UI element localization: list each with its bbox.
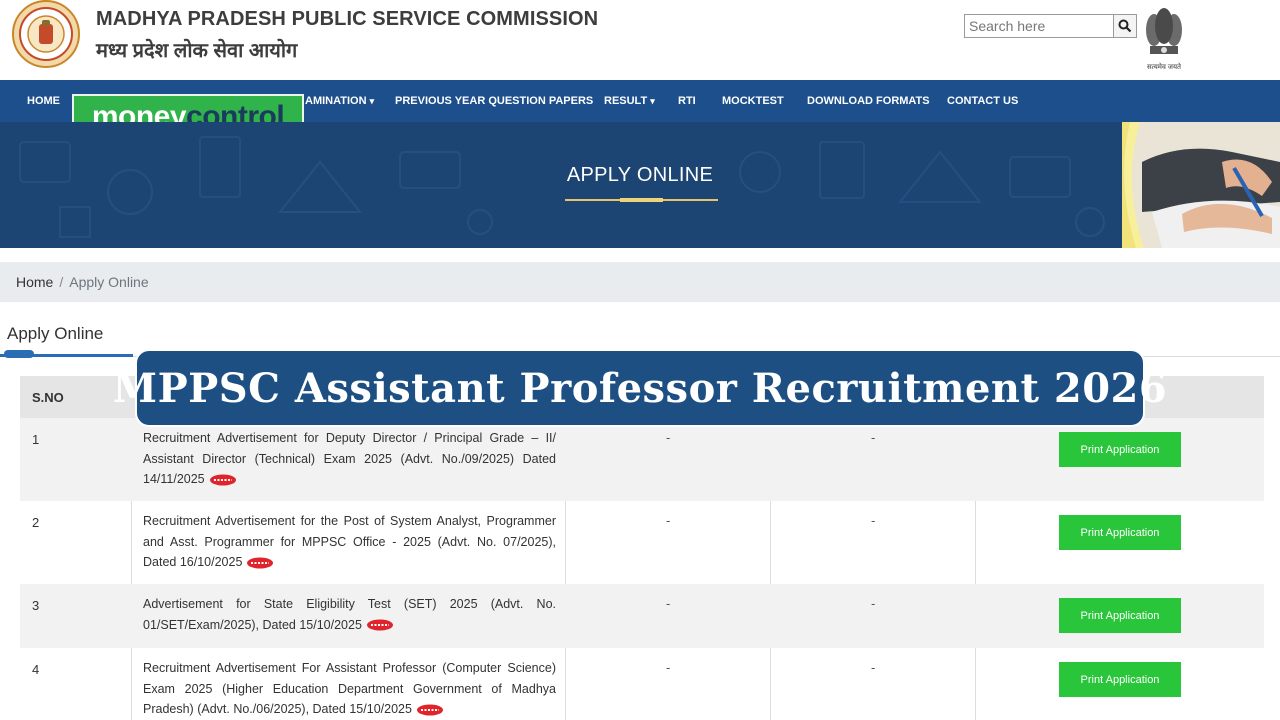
section-title: Apply Online xyxy=(7,324,104,343)
row-col4: - xyxy=(871,660,876,675)
row-col3: - xyxy=(666,596,671,611)
page: MADHYA PRADESH PUBLIC SERVICE COMMISSION… xyxy=(0,0,1280,720)
nav-item-label: CONTACT US xyxy=(947,95,1019,107)
nav-item-rti[interactable]: RTI xyxy=(678,80,696,122)
emblem-motto: सत्यमेव जयते xyxy=(1146,64,1182,71)
headline-overlay: MPPSC Assistant Professor Recruitment 20… xyxy=(113,349,1167,427)
nav-item-examination[interactable]: AMINATION ▾ xyxy=(305,80,374,122)
search-input[interactable] xyxy=(964,14,1114,38)
nav-item-label: RTI xyxy=(678,95,696,107)
row-description-text: Recruitment Advertisement for the Post o… xyxy=(143,514,556,569)
row-col4: - xyxy=(871,513,876,528)
breadcrumb: Home / Apply Online xyxy=(0,262,1280,302)
print-application-button[interactable]: Print Application xyxy=(1059,432,1181,467)
nav-item-contact-us[interactable]: CONTACT US xyxy=(947,80,1018,122)
nav-item-previous-papers[interactable]: PREVIOUS YEAR QUESTION PAPERS xyxy=(395,80,593,122)
column-divider xyxy=(770,648,771,720)
breadcrumb-separator: / xyxy=(59,274,64,290)
print-application-button[interactable]: Print Application xyxy=(1059,515,1181,550)
nav-item-home[interactable]: HOME xyxy=(27,80,60,122)
chevron-down-icon: ▾ xyxy=(650,96,655,106)
column-divider xyxy=(131,648,132,720)
column-divider xyxy=(975,501,976,584)
state-emblem-icon xyxy=(1146,8,1182,54)
nav-item-label: DOWNLOAD FORMATS xyxy=(807,95,930,107)
row-col3: - xyxy=(666,430,671,445)
column-divider xyxy=(565,648,566,720)
column-divider xyxy=(770,501,771,584)
banner-title-underline-accent xyxy=(620,198,663,202)
table-row: 4 Recruitment Advertisement For Assistan… xyxy=(20,648,1264,720)
row-sno: 4 xyxy=(32,662,40,677)
search-icon xyxy=(1118,19,1132,33)
row-description-text: Recruitment Advertisement For Assistant … xyxy=(143,661,556,716)
column-divider xyxy=(131,501,132,584)
table-row: 1 Recruitment Advertisement for Deputy D… xyxy=(20,418,1264,501)
row-description-text: Advertisement for State Eligibility Test… xyxy=(143,597,556,632)
row-sno: 3 xyxy=(32,598,40,613)
row-description: Recruitment Advertisement for the Post o… xyxy=(143,511,556,573)
new-badge-icon xyxy=(247,557,274,569)
nav-item-label: PREVIOUS YEAR QUESTION PAPERS xyxy=(395,95,594,107)
table-row: 3 Advertisement for State Eligibility Te… xyxy=(20,584,1264,648)
nav-item-download-formats[interactable]: DOWNLOAD FORMATS xyxy=(807,80,930,122)
section-title-underline-accent xyxy=(4,350,34,358)
new-badge-icon xyxy=(209,474,236,486)
row-description: Advertisement for State Eligibility Test… xyxy=(143,594,556,635)
table-row: 2 Recruitment Advertisement for the Post… xyxy=(20,501,1264,584)
nav-item-mocktest[interactable]: MOCKTEST xyxy=(722,80,784,122)
nav-item-label: MOCKTEST xyxy=(722,95,784,107)
chevron-down-icon: ▾ xyxy=(369,96,375,106)
row-description: Recruitment Advertisement for Deputy Dir… xyxy=(143,428,556,490)
nav-item-result[interactable]: RESULT ▾ xyxy=(604,80,655,122)
row-sno: 2 xyxy=(32,515,40,530)
column-divider xyxy=(975,648,976,720)
breadcrumb-current: Apply Online xyxy=(69,274,149,290)
nav-item-label: AMINATION xyxy=(305,95,367,107)
column-header-sno: S.NO xyxy=(32,390,64,405)
print-application-button[interactable]: Print Application xyxy=(1059,662,1181,697)
org-name-english: MADHYA PRADESH PUBLIC SERVICE COMMISSION xyxy=(96,8,599,30)
row-col4: - xyxy=(871,430,876,445)
new-badge-icon xyxy=(416,704,443,716)
org-name-hindi: मध्य प्रदेश लोक सेवा आयोग xyxy=(96,40,298,62)
hero-banner: APPLY ONLINE xyxy=(0,122,1280,248)
row-col4: - xyxy=(871,596,876,611)
student-writing-photo xyxy=(1122,122,1280,248)
row-col3: - xyxy=(666,513,671,528)
breadcrumb-home-link[interactable]: Home xyxy=(16,274,53,290)
print-application-button[interactable]: Print Application xyxy=(1059,598,1181,633)
row-col3: - xyxy=(666,660,671,675)
row-sno: 1 xyxy=(32,432,40,447)
site-header: MADHYA PRADESH PUBLIC SERVICE COMMISSION… xyxy=(0,0,1280,80)
row-description-text: Recruitment Advertisement for Deputy Dir… xyxy=(143,431,556,486)
row-description: Recruitment Advertisement For Assistant … xyxy=(143,658,556,720)
column-divider xyxy=(565,501,566,584)
nav-item-label: RESULT xyxy=(604,95,648,107)
headline-title: MPPSC Assistant Professor Recruitment 20… xyxy=(112,364,1168,412)
search-button[interactable] xyxy=(1113,14,1137,38)
new-badge-icon xyxy=(366,619,393,631)
nav-item-label: HOME xyxy=(27,95,60,107)
mppsc-logo-icon[interactable] xyxy=(8,0,84,70)
banner-title: APPLY ONLINE xyxy=(566,164,714,186)
